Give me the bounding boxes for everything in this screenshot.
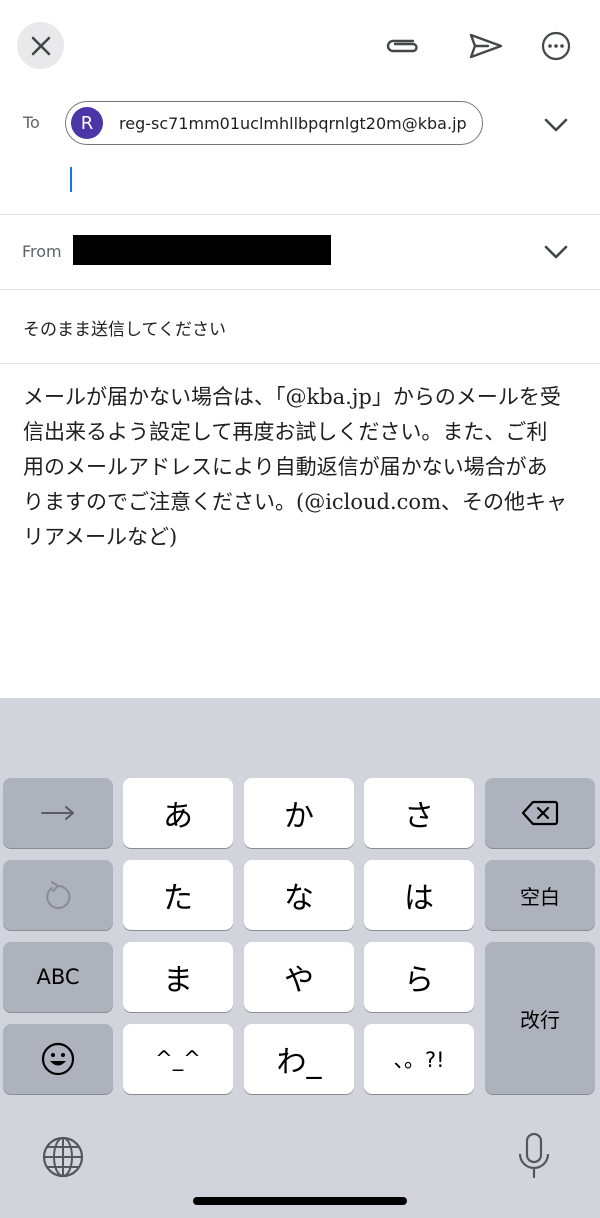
recipient-email: reg-sc71mm01uclmhllbpqrnlgt20m@kba.jp	[119, 113, 467, 133]
key-ta[interactable]: た	[123, 860, 233, 930]
space-key[interactable]: 空白	[485, 860, 595, 930]
body-line: りますのでご注意ください。(@icloud.com、その他キャ	[23, 490, 567, 514]
undo-key[interactable]	[3, 860, 113, 930]
more-options-button[interactable]	[534, 24, 578, 68]
expand-from-button[interactable]	[541, 237, 571, 267]
enter-key[interactable]: 改行	[485, 942, 595, 1094]
microphone-button[interactable]	[512, 1130, 556, 1182]
recipient-chip[interactable]: R reg-sc71mm01uclmhllbpqrnlgt20m@kba.jp	[65, 101, 483, 145]
avatar: R	[71, 107, 103, 139]
undo-icon	[46, 881, 71, 909]
key-ya[interactable]: や	[244, 942, 354, 1012]
emoji-icon	[41, 1042, 75, 1076]
divider	[0, 289, 600, 290]
from-label: From	[22, 242, 62, 261]
expand-recipients-button[interactable]	[541, 110, 571, 140]
attach-button[interactable]	[380, 24, 424, 68]
key-na[interactable]: な	[244, 860, 354, 930]
next-candidate-key[interactable]	[3, 778, 113, 848]
key-punctuation[interactable]: 、。?!	[364, 1024, 474, 1094]
key-ra[interactable]: ら	[364, 942, 474, 1012]
send-button[interactable]	[464, 24, 508, 68]
globe-button[interactable]	[39, 1133, 87, 1181]
backspace-key[interactable]	[485, 778, 595, 848]
text-cursor	[70, 167, 72, 192]
chevron-down-icon	[544, 118, 568, 132]
key-sa[interactable]: さ	[364, 778, 474, 848]
close-button[interactable]	[17, 22, 64, 69]
body-line: メールが届かない場合は、「@kba.jp」からのメールを受	[23, 385, 561, 409]
subject-field[interactable]: そのまま送信してください	[23, 315, 226, 340]
divider	[0, 214, 600, 215]
microphone-icon	[518, 1132, 550, 1179]
divider	[0, 363, 600, 364]
body-line: リアメールなど)	[23, 525, 178, 549]
compose-screen: To R reg-sc71mm01uclmhllbpqrnlgt20m@kba.…	[0, 0, 600, 1218]
key-ha[interactable]: は	[364, 860, 474, 930]
key-a[interactable]: あ	[123, 778, 233, 848]
key-kaomoji[interactable]: ^_^	[123, 1024, 233, 1094]
key-ka[interactable]: か	[244, 778, 354, 848]
to-label: To	[23, 113, 40, 132]
home-indicator[interactable]	[193, 1197, 407, 1205]
globe-icon	[42, 1136, 84, 1178]
body-line: 信出来るよう設定して再度お試しください。また、ご利	[23, 420, 548, 444]
chevron-down-icon	[544, 245, 568, 259]
body-line: 用のメールアドレスにより自動返信が届かない場合があ	[23, 455, 548, 479]
keyboard: あ か さ た な は 空白 ABC ま や ら 改行 ^_^ わ_ 、。?!	[0, 698, 600, 1218]
key-wa[interactable]: わ_	[244, 1024, 354, 1094]
send-icon	[469, 33, 503, 59]
backspace-icon	[521, 800, 559, 826]
close-icon	[31, 36, 50, 55]
key-ma[interactable]: ま	[123, 942, 233, 1012]
arrow-right-icon	[41, 806, 74, 820]
more-horizontal-icon	[541, 31, 571, 61]
abc-key[interactable]: ABC	[3, 942, 113, 1012]
emoji-key[interactable]	[3, 1024, 113, 1094]
paperclip-icon	[386, 39, 418, 53]
message-body[interactable]: メールが届かない場合は、「@kba.jp」からのメールを受 信出来るよう設定して…	[23, 380, 579, 555]
redacted-sender	[73, 235, 331, 265]
